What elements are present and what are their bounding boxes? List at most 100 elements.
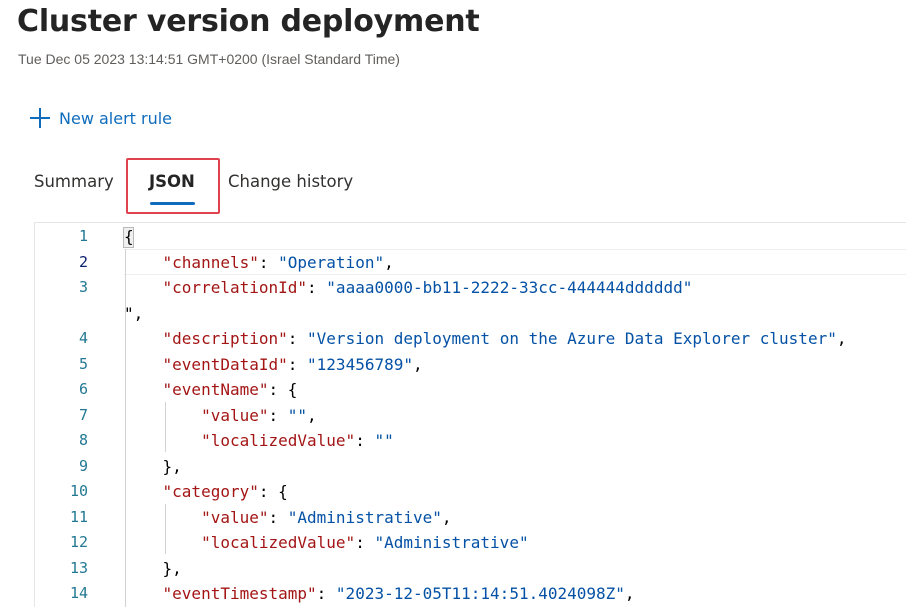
line-number: 3 — [78, 278, 88, 296]
json-key: "correlationId" — [162, 278, 308, 297]
code-line: 14 "eventTimestamp": "2023-12-05T11:14:5… — [35, 581, 906, 606]
json-string: "aaaa0000-bb11-2222-33cc-444444dddddd" — [326, 278, 693, 297]
json-string: "2023-12-05T11:14:51.4024098Z" — [335, 584, 625, 603]
json-punctuation: ", — [124, 303, 144, 323]
code-line: 6 "eventName": { — [35, 377, 906, 402]
json-string: "" — [287, 405, 308, 425]
line-number: 12 — [69, 533, 88, 551]
code-text: "description": "Version deployment on th… — [124, 326, 847, 351]
json-string: "Administrative" — [374, 533, 529, 552]
code-text: "value": "Administrative", — [124, 505, 452, 530]
page-subtitle: Tue Dec 05 2023 13:14:51 GMT+0200 (Israe… — [18, 51, 400, 67]
code-text: "eventTimestamp": "2023-12-05T11:14:51.4… — [124, 581, 635, 606]
json-punctuation — [124, 482, 163, 501]
json-string: "Operation" — [278, 252, 385, 272]
code-line: 3 "correlationId": "aaaa0000-bb11-2222-3… — [35, 275, 906, 300]
tab-json[interactable]: JSON — [149, 172, 195, 191]
json-key: "value" — [201, 405, 269, 425]
line-number: 4 — [78, 329, 88, 347]
code-line: 13 }, — [35, 556, 906, 581]
json-punctuation: : — [307, 278, 327, 297]
code-text: }, — [124, 454, 182, 479]
json-string: "123456789" — [307, 354, 413, 374]
json-punctuation — [124, 533, 201, 552]
json-punctuation: : — [268, 405, 288, 425]
json-punctuation: : — [258, 252, 279, 272]
new-alert-rule-button[interactable]: New alert rule — [30, 108, 172, 128]
line-number: 8 — [78, 431, 88, 449]
new-alert-rule-label: New alert rule — [59, 108, 173, 128]
tab-summary[interactable]: Summary — [34, 172, 114, 191]
line-number: 14 — [69, 584, 88, 602]
json-punctuation — [124, 584, 163, 603]
line-number: 6 — [78, 380, 88, 398]
code-text: "eventName": { — [124, 377, 298, 402]
json-key: "eventName" — [162, 380, 269, 399]
code-text: "value": "", — [124, 403, 317, 428]
code-line: 2 "channels": "Operation", — [35, 250, 906, 275]
json-key: "eventDataId" — [162, 354, 288, 374]
json-punctuation: , — [441, 507, 452, 527]
json-punctuation: , — [307, 405, 317, 425]
json-punctuation: : — [268, 507, 288, 527]
code-text: { — [124, 224, 134, 249]
json-punctuation — [124, 253, 163, 272]
line-number: 1 — [78, 227, 88, 245]
code-line: 1{ — [35, 224, 906, 249]
line-number: 11 — [69, 507, 88, 526]
code-line: 11 "value": "Administrative", — [35, 505, 906, 530]
json-punctuation: }, — [124, 558, 182, 578]
json-punctuation: : — [355, 533, 375, 552]
code-text: "localizedValue": "" — [124, 428, 394, 453]
json-punctuation: , — [413, 354, 423, 374]
json-key: "eventTimestamp" — [162, 584, 317, 603]
line-number: 2 — [78, 252, 88, 271]
line-number: 5 — [78, 354, 88, 373]
code-line: 10 "category": { — [35, 479, 906, 504]
json-punctuation — [124, 431, 201, 450]
json-punctuation — [124, 406, 201, 425]
line-number: 9 — [78, 456, 88, 475]
line-number: 10 — [69, 482, 88, 500]
json-punctuation: , — [836, 329, 847, 348]
json-punctuation: : { — [258, 482, 288, 501]
json-string: "Version deployment on the Azure Data Ex… — [307, 329, 837, 348]
json-string: "Administrative" — [287, 507, 442, 527]
json-punctuation — [124, 355, 163, 374]
page-title: Cluster version deployment — [17, 4, 480, 39]
code-line: 8 "localizedValue": "" — [35, 428, 906, 453]
code-text: "channels": "Operation", — [124, 250, 394, 275]
code-text: "correlationId": "aaaa0000-bb11-2222-33c… — [124, 275, 693, 300]
json-key: "localizedValue" — [201, 431, 356, 450]
json-punctuation: : — [287, 354, 308, 374]
code-line: 9 }, — [35, 454, 906, 479]
json-punctuation — [124, 508, 201, 527]
code-text: "localizedValue": "Administrative" — [124, 530, 529, 555]
tab-bar: Summary JSON Change history — [0, 158, 906, 214]
json-punctuation — [124, 380, 163, 399]
json-punctuation: }, — [124, 456, 182, 476]
json-key: "category" — [162, 482, 259, 501]
tab-change-history[interactable]: Change history — [228, 172, 353, 191]
json-key: "description" — [162, 329, 288, 348]
json-punctuation: , — [384, 252, 394, 272]
json-string: "" — [374, 431, 394, 450]
json-key: "localizedValue" — [201, 533, 356, 552]
json-punctuation — [124, 329, 163, 348]
json-punctuation — [124, 278, 163, 297]
code-line: 4 "description": "Version deployment on … — [35, 326, 906, 351]
json-punctuation: , — [624, 584, 635, 603]
code-line: ", — [35, 301, 906, 326]
code-line: 7 "value": "", — [35, 403, 906, 428]
json-code-editor[interactable]: 1{2 "channels": "Operation", 3 "correlati… — [34, 222, 906, 607]
json-punctuation: : { — [268, 380, 298, 399]
json-punctuation: : — [355, 431, 375, 450]
json-key: "channels" — [162, 252, 259, 272]
plus-icon — [30, 108, 50, 128]
code-line: 12 "localizedValue": "Administrative" — [35, 530, 906, 555]
json-key: "value" — [201, 507, 269, 527]
line-number: 7 — [78, 405, 88, 424]
code-text: "category": { — [124, 479, 288, 504]
json-punctuation: : — [287, 329, 308, 348]
json-punctuation: : — [316, 584, 336, 603]
